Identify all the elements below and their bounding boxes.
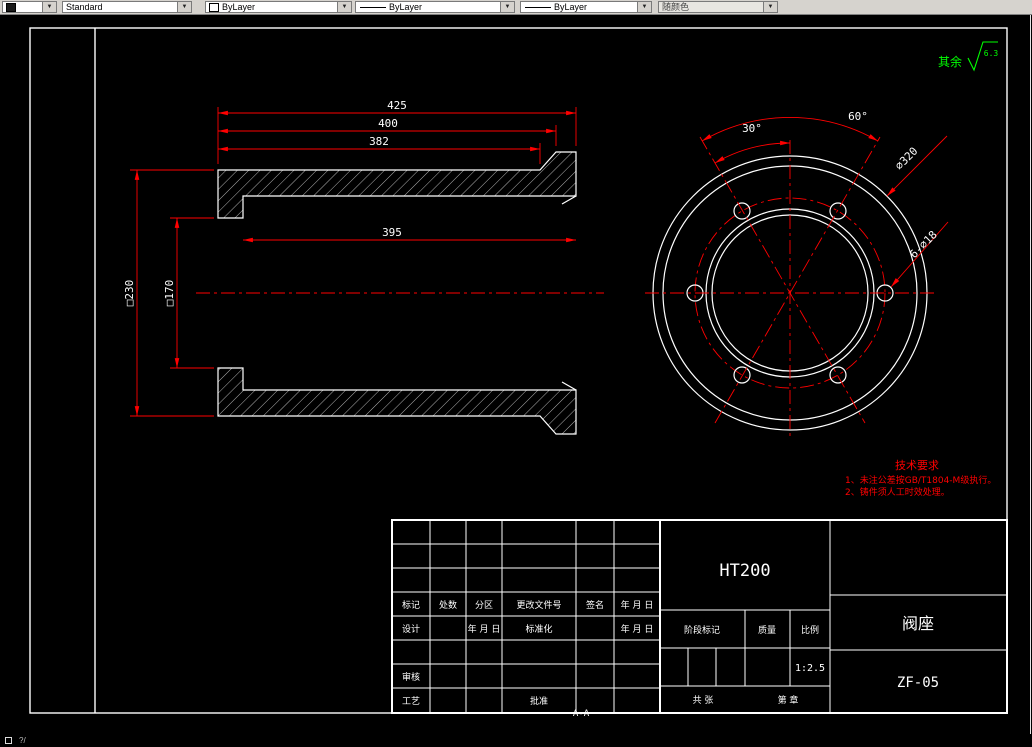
tb-label-weight: 质量 bbox=[758, 624, 776, 636]
circular-view bbox=[645, 136, 935, 440]
cad-window: ▼ Standard ▼ ByLayer ▼ ByLayer ▼ ByLayer… bbox=[0, 0, 1032, 747]
tb-label-change-doc: 更改文件号 bbox=[516, 599, 561, 611]
dim-400: 400 bbox=[378, 117, 398, 130]
section-label: A-A bbox=[573, 709, 590, 719]
drawing-svg: 425 400 382 395 □230 □170 60° 30° ⌀320 6… bbox=[29, 27, 1008, 719]
color-combo-value: ByLayer bbox=[222, 2, 256, 12]
linetype-combo-value: ByLayer bbox=[389, 2, 423, 12]
status-bar: ?/ bbox=[0, 734, 1032, 747]
tb-label-mark: 标记 bbox=[402, 599, 420, 611]
tb-label-sign: 签名 bbox=[586, 599, 604, 611]
plot-style-combo-value: 随颜色 bbox=[662, 2, 690, 12]
dim-30deg: 30° bbox=[742, 122, 762, 135]
section-dimensions: 425 400 382 395 □230 □170 bbox=[123, 99, 577, 417]
centerline-diag-120 bbox=[699, 136, 866, 424]
linetype-combo[interactable]: ByLayer ▼ bbox=[355, 1, 515, 13]
surface-note-label: 其余 bbox=[938, 54, 962, 69]
tech-title: 技术要求 bbox=[895, 459, 939, 472]
lineweight-combo-value: ByLayer bbox=[554, 2, 588, 12]
dim-60deg: 60° bbox=[848, 110, 868, 123]
text-style-combo[interactable]: Standard ▼ bbox=[62, 1, 192, 13]
lineweight-combo[interactable]: ByLayer ▼ bbox=[520, 1, 652, 13]
tb-label-date1: 年 月 日 bbox=[621, 599, 654, 611]
bolt-hole bbox=[733, 366, 751, 384]
bore-chamfer-bottom bbox=[561, 381, 577, 391]
text-style-combo-value: Standard bbox=[66, 2, 103, 12]
dim-dia320: ⌀320 bbox=[893, 145, 921, 173]
tb-label-standardize: 标准化 bbox=[525, 623, 552, 635]
centerline-diag-60 bbox=[714, 136, 881, 424]
tb-label-process: 工艺 bbox=[402, 696, 420, 707]
chevron-down-icon[interactable]: ▼ bbox=[42, 2, 56, 12]
section-view bbox=[196, 151, 604, 435]
tb-label-scale: 比例 bbox=[801, 624, 819, 636]
tb-material: HT200 bbox=[719, 561, 770, 581]
layer-combo[interactable]: ▼ bbox=[2, 1, 57, 13]
tb-sheet-no: 第 章 bbox=[778, 694, 799, 706]
tb-label-date2: 年 月 日 bbox=[468, 623, 501, 635]
section-upper-wall bbox=[217, 151, 577, 219]
chevron-down-icon[interactable]: ▼ bbox=[763, 2, 777, 12]
section-lower-wall bbox=[217, 367, 577, 435]
tb-label-review: 审核 bbox=[402, 671, 420, 683]
surface-note-value: 6.3 bbox=[984, 49, 999, 58]
bolt-hole bbox=[733, 202, 751, 220]
title-block: 标记 处数 分区 更改文件号 签名 年 月 日 设计 年 月 日 标准化 年 月… bbox=[391, 519, 1008, 714]
tb-total-sheets: 共 张 bbox=[693, 695, 714, 706]
circular-dimensions: 60° 30° ⌀320 6-⌀18 bbox=[701, 110, 949, 288]
chevron-down-icon[interactable]: ▼ bbox=[637, 2, 651, 12]
dim-holes: 6-⌀18 bbox=[907, 228, 940, 261]
tech-line-1: 1、未注公差按GB/T1804-M级执行。 bbox=[845, 474, 996, 486]
dim-170: □170 bbox=[163, 280, 176, 307]
bolt-hole bbox=[829, 366, 847, 384]
tb-part-name: 阀座 bbox=[902, 614, 934, 633]
tb-label-count: 处数 bbox=[439, 599, 457, 611]
color-swatch-icon bbox=[209, 2, 219, 12]
tb-label-zone: 分区 bbox=[475, 600, 493, 611]
surface-finish-note: 其余 6.3 bbox=[938, 41, 999, 72]
linetype-sample-icon bbox=[360, 6, 386, 8]
dim-425: 425 bbox=[387, 99, 407, 112]
bore-chamfer-top bbox=[561, 195, 577, 205]
dim-230: □230 bbox=[123, 280, 136, 307]
plot-style-combo[interactable]: 随颜色 ▼ bbox=[658, 1, 778, 13]
tech-line-2: 2、铸件须人工时效处理。 bbox=[845, 486, 950, 498]
lineweight-sample-icon bbox=[525, 6, 551, 8]
technical-requirements: 技术要求 1、未注公差按GB/T1804-M级执行。 2、铸件须人工时效处理。 bbox=[845, 459, 996, 498]
chevron-down-icon[interactable]: ▼ bbox=[337, 2, 351, 12]
window-right-edge bbox=[1030, 14, 1031, 745]
tb-label-design: 设计 bbox=[402, 623, 420, 635]
ucs-icon bbox=[5, 737, 12, 744]
tb-label-stage-mark: 阶段标记 bbox=[684, 624, 720, 636]
tb-drawing-no: ZF-05 bbox=[897, 675, 939, 691]
color-combo[interactable]: ByLayer ▼ bbox=[205, 1, 352, 13]
dim-382: 382 bbox=[369, 135, 389, 148]
chevron-down-icon[interactable]: ▼ bbox=[500, 2, 514, 12]
chevron-down-icon[interactable]: ▼ bbox=[177, 2, 191, 12]
tb-label-date3: 年 月 日 bbox=[621, 623, 654, 635]
tb-label-approve: 批准 bbox=[530, 695, 548, 707]
status-hint: ?/ bbox=[19, 736, 26, 745]
properties-toolbar: ▼ Standard ▼ ByLayer ▼ ByLayer ▼ ByLayer… bbox=[0, 0, 1032, 15]
layer-color-swatch bbox=[6, 2, 16, 12]
dim-395: 395 bbox=[382, 226, 402, 239]
bolt-hole bbox=[829, 202, 847, 220]
tb-scale-value: 1:2.5 bbox=[795, 663, 825, 674]
